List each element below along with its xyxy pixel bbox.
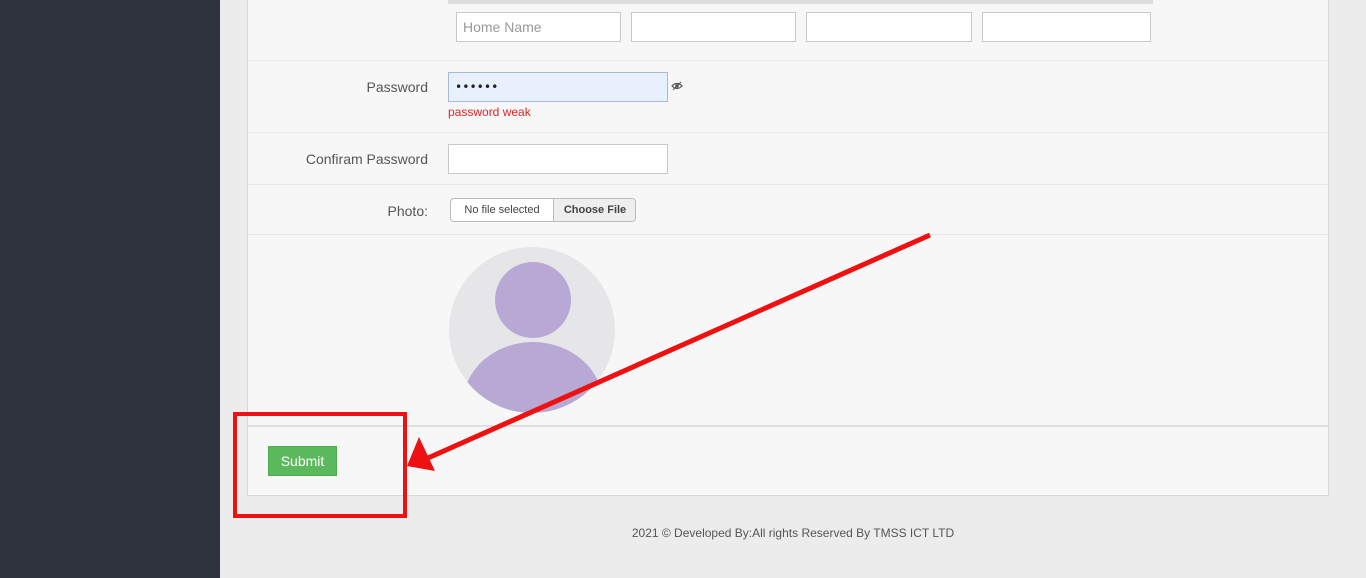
user-avatar-placeholder xyxy=(449,247,615,413)
row-divider xyxy=(248,132,1328,133)
row-divider xyxy=(248,184,1328,185)
password-label: Password xyxy=(366,79,428,95)
confirm-password-label: Confiram Password xyxy=(305,151,428,167)
password-input[interactable] xyxy=(448,72,668,102)
home-name-input[interactable] xyxy=(456,12,621,42)
address-section-border xyxy=(448,0,1153,4)
address-field-2[interactable] xyxy=(631,12,796,42)
choose-file-button[interactable]: Choose File xyxy=(553,199,635,221)
row-divider xyxy=(248,60,1328,61)
eye-icon[interactable] xyxy=(671,80,683,92)
confirm-password-input[interactable] xyxy=(448,144,668,174)
row-divider xyxy=(248,234,1328,235)
photo-file-input[interactable]: No file selected Choose File xyxy=(450,198,636,222)
sidebar xyxy=(0,0,220,578)
address-field-4[interactable] xyxy=(982,12,1151,42)
address-field-3[interactable] xyxy=(806,12,972,42)
form-actions-divider xyxy=(248,425,1328,427)
footer-text: 2021 © Developed By:All rights Reserved … xyxy=(631,526,955,540)
annotation-highlight-box xyxy=(233,412,407,518)
file-status-text: No file selected xyxy=(464,204,540,216)
password-strength-text: password weak xyxy=(448,105,531,119)
photo-label: Photo: xyxy=(387,203,428,219)
form-panel xyxy=(247,0,1329,496)
